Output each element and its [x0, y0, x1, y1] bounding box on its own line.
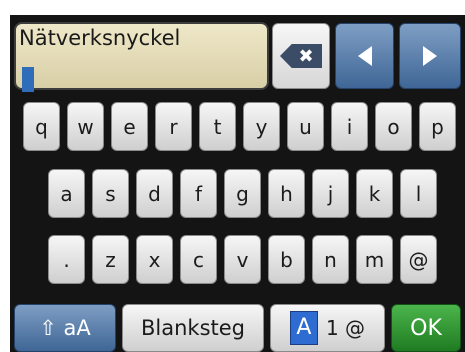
key-j[interactable]: j	[312, 169, 349, 218]
key-q[interactable]: q	[23, 102, 60, 151]
shift-case-button[interactable]: ⇧ aA	[14, 304, 116, 352]
key-period[interactable]: .	[48, 235, 85, 284]
key-i[interactable]: i	[331, 102, 368, 151]
space-button[interactable]: Blanksteg	[122, 304, 264, 352]
key-n[interactable]: n	[312, 235, 349, 284]
key-t[interactable]: t	[199, 102, 236, 151]
ok-label: OK	[410, 315, 442, 341]
key-o[interactable]: o	[375, 102, 412, 151]
input-mode-button[interactable]: A 1 @	[270, 304, 385, 352]
backspace-icon: ✖	[280, 44, 322, 68]
key-z[interactable]: z	[92, 235, 129, 284]
key-k[interactable]: k	[356, 169, 393, 218]
key-a[interactable]: a	[48, 169, 85, 218]
input-label: Nätverksnyckel	[19, 26, 181, 50]
shift-case-label: ⇧ aA	[39, 316, 91, 340]
key-r[interactable]: r	[155, 102, 192, 151]
space-label: Blanksteg	[140, 316, 245, 340]
key-h[interactable]: h	[268, 169, 305, 218]
mode-letters-indicator: A	[289, 311, 318, 345]
keyboard-screen: Nätverksnyckel ✖ qwertyuiop asdfghjkl.zxc…	[10, 15, 465, 352]
key-v[interactable]: v	[224, 235, 261, 284]
cursor-right-button[interactable]	[399, 23, 461, 89]
key-g[interactable]: g	[224, 169, 261, 218]
cursor-left-button[interactable]	[335, 23, 394, 89]
arrow-right-icon	[423, 46, 437, 66]
text-cursor	[22, 67, 34, 92]
key-s[interactable]: s	[92, 169, 129, 218]
key-w[interactable]: w	[67, 102, 104, 151]
network-key-input[interactable]: Nätverksnyckel	[14, 22, 269, 92]
key-b[interactable]: b	[268, 235, 305, 284]
mode-symbols-label: 1 @	[325, 316, 366, 340]
key-c[interactable]: c	[180, 235, 217, 284]
key-d[interactable]: d	[136, 169, 173, 218]
key-x[interactable]: x	[136, 235, 173, 284]
backspace-button[interactable]: ✖	[272, 23, 330, 89]
key-at[interactable]: @	[400, 235, 437, 284]
key-f[interactable]: f	[180, 169, 217, 218]
key-l[interactable]: l	[400, 169, 437, 218]
key-u[interactable]: u	[287, 102, 324, 151]
key-p[interactable]: p	[419, 102, 456, 151]
arrow-left-icon	[357, 46, 372, 66]
key-e[interactable]: e	[111, 102, 148, 151]
key-m[interactable]: m	[356, 235, 393, 284]
ok-button[interactable]: OK	[391, 304, 461, 352]
key-y[interactable]: y	[243, 102, 280, 151]
